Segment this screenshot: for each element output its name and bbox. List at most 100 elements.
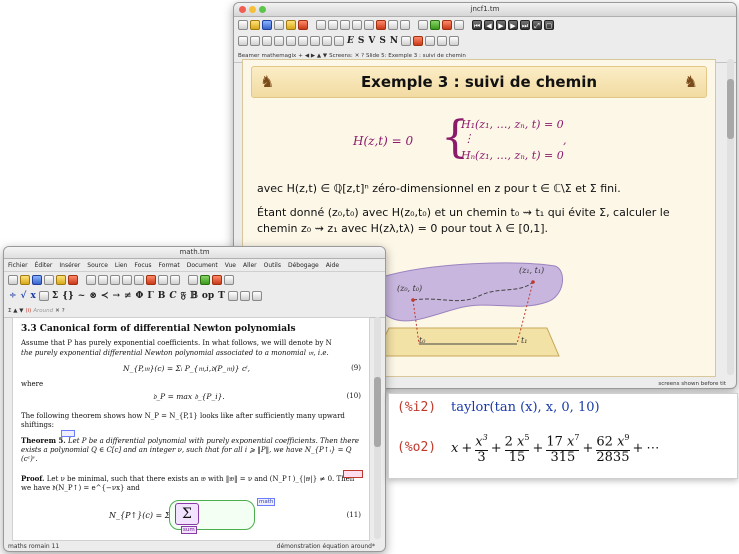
close-button[interactable] [239,6,246,13]
footnote-icon[interactable] [322,36,332,46]
print-icon[interactable] [44,275,54,285]
equation-11-inner-box[interactable]: Σ [175,503,199,525]
format-icon[interactable] [454,20,464,30]
relation-icon[interactable]: ≺ [100,291,110,301]
zoom-button[interactable] [259,6,266,13]
focus-close[interactable]: ✕ [55,308,60,314]
first-slide-icon[interactable]: ⏮ [472,20,482,30]
menu-item[interactable]: Débogage [288,262,319,269]
blackboard-icon[interactable]: 𝔹 [189,291,199,301]
table-icon[interactable] [227,291,238,301]
greek-icon[interactable]: Γ [146,291,154,301]
op-icon[interactable]: op [201,291,215,301]
note-icon[interactable] [334,36,344,46]
matrix-icon[interactable] [38,291,49,301]
session-icon[interactable] [310,36,320,46]
focus-mode[interactable]: Around [33,308,53,314]
slides-scroll-thumb[interactable] [727,79,734,139]
view-icon[interactable] [418,20,428,30]
redo-icon[interactable] [170,275,180,285]
sans-icon[interactable]: S [378,36,387,46]
plugin-icon[interactable] [212,275,222,285]
menu-item[interactable]: Aide [326,262,339,269]
export-icon[interactable] [68,275,78,285]
play-icon[interactable]: ▶ [496,20,506,30]
cut-icon[interactable] [98,275,108,285]
color-icon[interactable] [413,36,424,46]
name-icon[interactable]: N [389,36,399,46]
focus-tag[interactable]: (i) [25,308,31,314]
menu-item[interactable]: Document [187,262,218,269]
search-icon[interactable] [122,275,132,285]
indent-icon[interactable] [437,36,448,46]
bookmark-icon[interactable] [56,275,66,285]
menu-item[interactable]: Outils [264,262,281,269]
navigation-icon[interactable]: ◀ ▶ ▲ ▼ [305,53,327,59]
menu-item[interactable]: Vue [225,262,236,269]
paste-icon[interactable] [110,275,120,285]
math-scroll-thumb[interactable] [374,377,381,447]
new-document-icon[interactable] [238,20,248,30]
sqrt-icon[interactable]: √ [20,291,28,301]
list-icon[interactable] [262,36,272,46]
brackets-icon[interactable]: {} [61,291,75,301]
font-icon[interactable] [401,36,412,46]
redo-icon[interactable] [400,20,410,30]
image-icon[interactable] [286,36,296,46]
sum-icon[interactable]: Σ [51,291,59,301]
minimize-button[interactable] [249,6,256,13]
focus-help[interactable]: ? [62,308,65,314]
bookmark-icon[interactable] [286,20,296,30]
view-icon[interactable] [188,275,198,285]
search-icon[interactable] [352,20,362,30]
export-icon[interactable] [298,20,308,30]
save-icon[interactable] [262,20,272,30]
accent-icon[interactable]: ~ [77,291,87,301]
next-slide-icon[interactable]: ▶ [508,20,518,30]
verbatim-icon[interactable]: V [367,36,376,46]
copy-icon[interactable] [86,275,96,285]
previous-slide-icon[interactable]: ◀ [484,20,494,30]
save-icon[interactable] [32,275,42,285]
add-package-icon[interactable]: + [298,53,303,59]
menu-item[interactable]: Insérer [59,262,80,269]
arrow-icon[interactable]: → [111,291,121,301]
bold-icon[interactable]: B [157,291,167,301]
replace-icon[interactable] [134,275,144,285]
operator-icon[interactable]: ⊗ [88,291,98,301]
text-mode-icon[interactable] [238,36,248,46]
open-folder-icon[interactable] [20,275,30,285]
paragraph-icon[interactable] [449,36,460,46]
calligraphic-icon[interactable]: C [168,291,177,301]
menu-item[interactable]: Éditer [35,262,53,269]
slides-scrollbar[interactable] [727,59,734,375]
math-scrollbar[interactable] [374,317,381,539]
undo-icon[interactable] [158,275,168,285]
table-icon[interactable] [274,36,284,46]
plugin-icon[interactable] [442,20,452,30]
fraktur-icon[interactable]: 𝔉 [180,291,188,301]
menu-item[interactable]: Fichier [8,262,28,269]
menu-item[interactable]: Source [87,262,108,269]
fraction-icon[interactable]: ÷ [8,291,18,301]
align-icon[interactable] [425,36,436,46]
print-icon[interactable] [274,20,284,30]
format-icon[interactable] [224,275,234,285]
package-selector[interactable]: mathemagix [262,53,297,59]
spell-check-icon[interactable] [146,275,156,285]
paste-icon[interactable] [340,20,350,30]
misc-symbol-icon[interactable]: Φ [135,291,145,301]
menu-item[interactable]: Format [159,262,180,269]
replace-icon[interactable] [364,20,374,30]
gnu-icon[interactable] [430,20,440,30]
style-selector[interactable]: Beamer [238,53,260,59]
link-icon[interactable] [251,291,262,301]
image-icon[interactable] [239,291,250,301]
strong-icon[interactable]: S [357,36,366,46]
neq-icon[interactable]: ≠ [123,291,133,301]
style-icon[interactable]: Σ ▲ ▼ [8,308,23,314]
gnu-icon[interactable] [200,275,210,285]
menu-item[interactable]: Aller [243,262,257,269]
cut-icon[interactable] [328,20,338,30]
last-slide-icon[interactable]: ⏭ [520,20,530,30]
